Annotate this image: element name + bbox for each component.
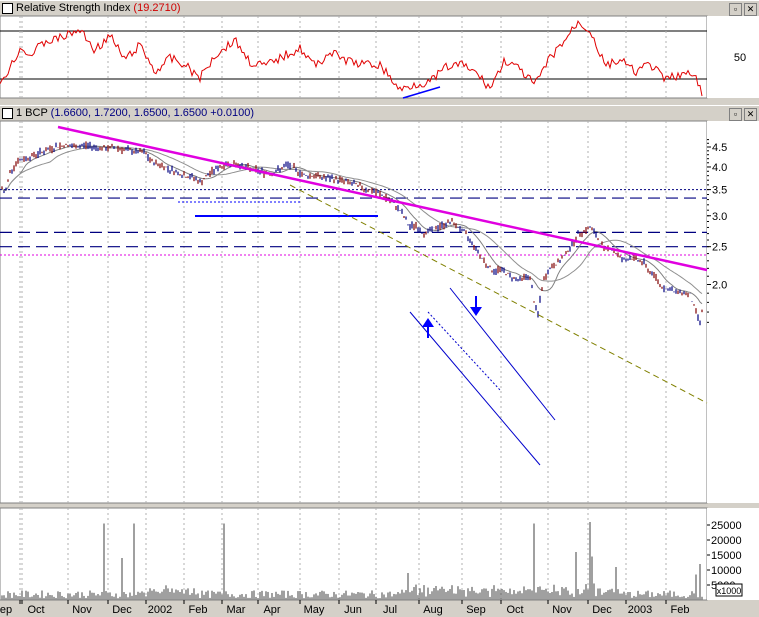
volume-plot-area: [0, 507, 708, 601]
price-tick-label: 3.0: [712, 211, 727, 223]
x-tick-label: ep: [0, 604, 12, 616]
price-axis-area: [707, 121, 759, 503]
x-tick-label: Feb: [189, 604, 208, 616]
x-tick-label: Apr: [263, 604, 280, 616]
chart-window: Relative Strength Index (19.2710) ▫ ✕ 1 B…: [0, 0, 759, 617]
volume-tick-label: 15000: [711, 550, 742, 562]
volume-tick-label: 20000: [711, 535, 742, 547]
x-axis: ep Oct Nov Dec 2002 Feb Mar Apr May Jun Jul Aug Sep O…: [0, 600, 689, 616]
x-tick-label: Mar: [227, 604, 246, 616]
x-tick-label: Jun: [344, 604, 362, 616]
x-tick-label: Dec: [592, 604, 612, 616]
x-tick-label: Jul: [383, 604, 397, 616]
volume-tick-label: 10000: [711, 565, 742, 577]
rsi-axis-label: 50: [734, 52, 746, 64]
x-tick-label: 2002: [148, 604, 172, 616]
x-tick-label: Feb: [671, 604, 690, 616]
x-tick-label: Oct: [506, 604, 523, 616]
x-tick-label: Dec: [112, 604, 132, 616]
price-tick-label: 2.5: [712, 242, 727, 254]
chart-canvas: 50 4.5 4.0 3.5 3.0 2.5 2.0 25000 20000 15000 100…: [0, 15, 759, 616]
price-tick-label: 2.0: [712, 280, 727, 292]
x-tick-label: 2003: [628, 604, 652, 616]
rsi-plot-area: [0, 15, 708, 99]
x-tick-label: Aug: [423, 604, 443, 616]
x-tick-label: Oct: [27, 604, 44, 616]
price-tick-label: 3.5: [712, 185, 727, 197]
x-tick-label: Nov: [552, 604, 572, 616]
x-tick-label: Nov: [72, 604, 92, 616]
price-tick-label: 4.5: [712, 142, 727, 154]
volume-multiplier: x1000: [717, 586, 742, 596]
price-tick-label: 4.0: [712, 162, 727, 174]
x-tick-label: May: [304, 604, 325, 616]
volume-tick-label: 25000: [711, 520, 742, 532]
x-tick-label: Sep: [466, 604, 486, 616]
